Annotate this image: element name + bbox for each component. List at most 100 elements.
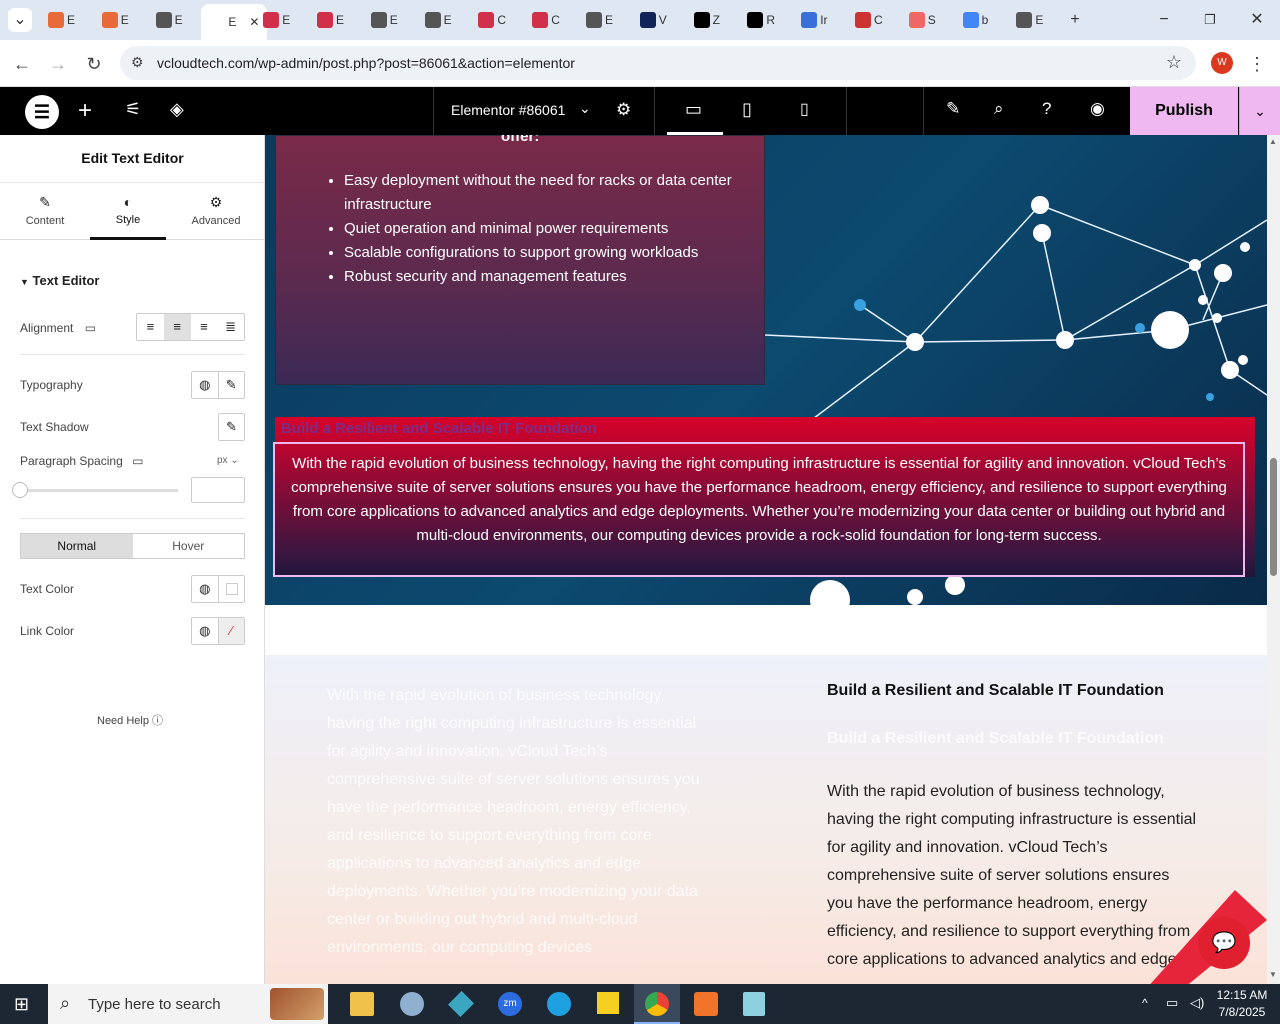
align-center-icon[interactable]: ≡ [163, 314, 191, 340]
document-title[interactable]: Elementor #86061 [451, 102, 565, 118]
tablet-icon[interactable]: ▯ [742, 99, 752, 120]
elementor-logo-icon[interactable]: ☰ [25, 95, 59, 129]
tab[interactable]: S [908, 6, 936, 34]
tab[interactable]: E [263, 6, 290, 34]
show-hidden-icons-icon[interactable]: ^ [1142, 996, 1148, 1010]
taskbar-search-box[interactable]: ⌕ Type here to search [48, 984, 328, 1024]
site-info-icon[interactable]: ⚙ [131, 54, 144, 71]
forward-arrow-icon[interactable]: → [46, 52, 70, 76]
zoom-icon[interactable]: zm [498, 992, 522, 1016]
red-text-section[interactable]: Build a Resilient and Scalable IT Founda… [273, 417, 1255, 577]
app-diamond-icon[interactable] [447, 990, 475, 1018]
spacing-number-input[interactable] [191, 477, 245, 503]
new-tab-plus-icon[interactable]: + [1063, 8, 1087, 32]
text-shadow-edit-pencil-icon[interactable]: ✎ [218, 413, 245, 441]
tab[interactable]: E [370, 6, 398, 34]
add-element-plus-icon[interactable]: + [78, 97, 92, 125]
device-desktop-tab[interactable]: ▭ [667, 87, 723, 135]
scroll-down-arrow-icon[interactable]: ▼ [1269, 970, 1277, 979]
page-settings-gear-icon[interactable]: ⚙ [616, 100, 631, 120]
spacing-slider-handle[interactable] [12, 482, 28, 498]
publish-options-chevron-icon[interactable]: ⌄ [1239, 87, 1280, 135]
finder-pin-icon[interactable]: ✎ [946, 99, 960, 119]
normal-state-button[interactable]: Normal [21, 534, 133, 558]
align-right-icon[interactable]: ≡ [191, 314, 218, 340]
minimize-icon[interactable]: − [1152, 8, 1176, 32]
chrome-taskbar-button[interactable] [634, 984, 680, 1024]
tab[interactable]: E [48, 6, 75, 34]
tab[interactable]: Z [693, 6, 720, 34]
search-icon[interactable]: ⌕ [994, 99, 1004, 119]
paint-icon[interactable] [400, 992, 424, 1016]
tab-search-chevron-icon[interactable]: ⌄ [8, 8, 32, 32]
section-header-text-editor[interactable]: ▼ Text Editor [20, 273, 99, 288]
close-tab-icon[interactable]: ✕ [249, 15, 259, 29]
tab[interactable]: E [586, 6, 613, 34]
network-icon[interactable]: ▭ [1166, 995, 1178, 1011]
no-color-swatch-icon[interactable]: ⁄ [218, 618, 244, 644]
clock[interactable]: 12:15 AM 7/8/2025 [1212, 987, 1272, 1021]
chat-bubble-icon[interactable]: 💬 [1198, 917, 1250, 969]
volume-icon[interactable]: ◁) [1190, 995, 1204, 1011]
tab[interactable]: E [155, 6, 183, 34]
file-explorer-icon[interactable] [350, 992, 374, 1016]
chevron-down-icon[interactable]: ⌄ [579, 100, 591, 117]
tab[interactable]: Ir [801, 6, 828, 34]
browser-menu-icon[interactable]: ⋮ [1245, 52, 1269, 76]
tab[interactable]: V [639, 6, 667, 34]
url-text[interactable]: vcloudtech.com/wp-admin/post.php?post=86… [157, 55, 575, 71]
omnibox[interactable]: ⚙ vcloudtech.com/wp-admin/post.php?post=… [120, 46, 1196, 80]
restore-icon[interactable]: ❐ [1198, 8, 1222, 32]
tab-active[interactable]: E ✕ [201, 4, 268, 40]
publish-button[interactable]: Publish [1130, 87, 1238, 135]
tab-content[interactable]: ✎ Content [20, 194, 70, 227]
tab-label: E [443, 13, 452, 27]
bookmark-star-icon[interactable]: ☆ [1166, 52, 1182, 73]
notepad-icon[interactable] [743, 992, 765, 1016]
scroll-up-arrow-icon[interactable]: ▲ [1269, 137, 1277, 146]
unit-selector[interactable]: px ⌄ [217, 455, 239, 466]
structure-layers-icon[interactable]: ◈ [170, 99, 184, 120]
canvas-scrollbar[interactable]: ▲ ▼ [1267, 135, 1280, 984]
globe-icon[interactable]: ◍ [192, 618, 219, 644]
need-help-link[interactable]: Need Help ⓘ [97, 712, 163, 728]
features-card[interactable]: offer: Easy deployment without the need … [275, 135, 765, 385]
mobile-icon[interactable]: ▯ [800, 99, 809, 119]
tab[interactable]: R [747, 6, 775, 34]
profile-avatar[interactable]: W [1211, 52, 1233, 74]
xampp-icon[interactable] [694, 992, 718, 1016]
tab[interactable]: E [1016, 6, 1043, 34]
tab[interactable]: C [855, 6, 883, 34]
edge-icon[interactable] [547, 992, 571, 1016]
tab-style[interactable]: ◐ Style [90, 184, 166, 240]
align-justify-icon[interactable]: ≣ [217, 314, 244, 340]
close-window-icon[interactable]: ✕ [1245, 8, 1269, 32]
back-arrow-icon[interactable]: ← [10, 52, 34, 76]
help-icon[interactable]: ? [1042, 99, 1051, 119]
windows-start-icon[interactable]: ⊞ [14, 994, 29, 1015]
tab[interactable]: E [424, 6, 452, 34]
site-settings-sliders-icon[interactable]: ⚟ [125, 99, 141, 120]
text-color-swatch[interactable] [219, 576, 245, 602]
sticky-notes-icon[interactable] [597, 992, 619, 1014]
tab[interactable]: C [478, 6, 506, 34]
scrollbar-thumb[interactable] [1270, 458, 1277, 576]
two-column-section[interactable]: With the rapid evolution of business tec… [265, 655, 1267, 984]
globe-icon[interactable]: ◍ [192, 372, 219, 398]
tab[interactable]: b [962, 6, 988, 34]
preview-eye-icon[interactable]: ◉ [1090, 99, 1105, 119]
document-title-area[interactable]: Elementor #86061 ⌄ ⚙ [433, 87, 655, 135]
edit-pencil-icon[interactable]: ✎ [219, 372, 245, 398]
selected-text-editor-widget[interactable]: With the rapid evolution of business tec… [273, 442, 1245, 577]
align-left-icon[interactable]: ≡ [137, 314, 164, 340]
tab[interactable]: C [532, 6, 560, 34]
responsive-desktop-icon[interactable]: ▭ [85, 321, 96, 335]
tab[interactable]: E [317, 6, 344, 34]
globe-icon[interactable]: ◍ [192, 576, 219, 602]
reload-icon[interactable]: ↻ [82, 52, 106, 76]
spacing-slider-track[interactable] [20, 489, 178, 492]
hover-state-button[interactable]: Hover [133, 534, 245, 558]
responsive-desktop-icon[interactable]: ▭ [132, 454, 143, 468]
tab-advanced[interactable]: ⚙ Advanced [186, 194, 246, 227]
tab[interactable]: E [101, 6, 129, 34]
